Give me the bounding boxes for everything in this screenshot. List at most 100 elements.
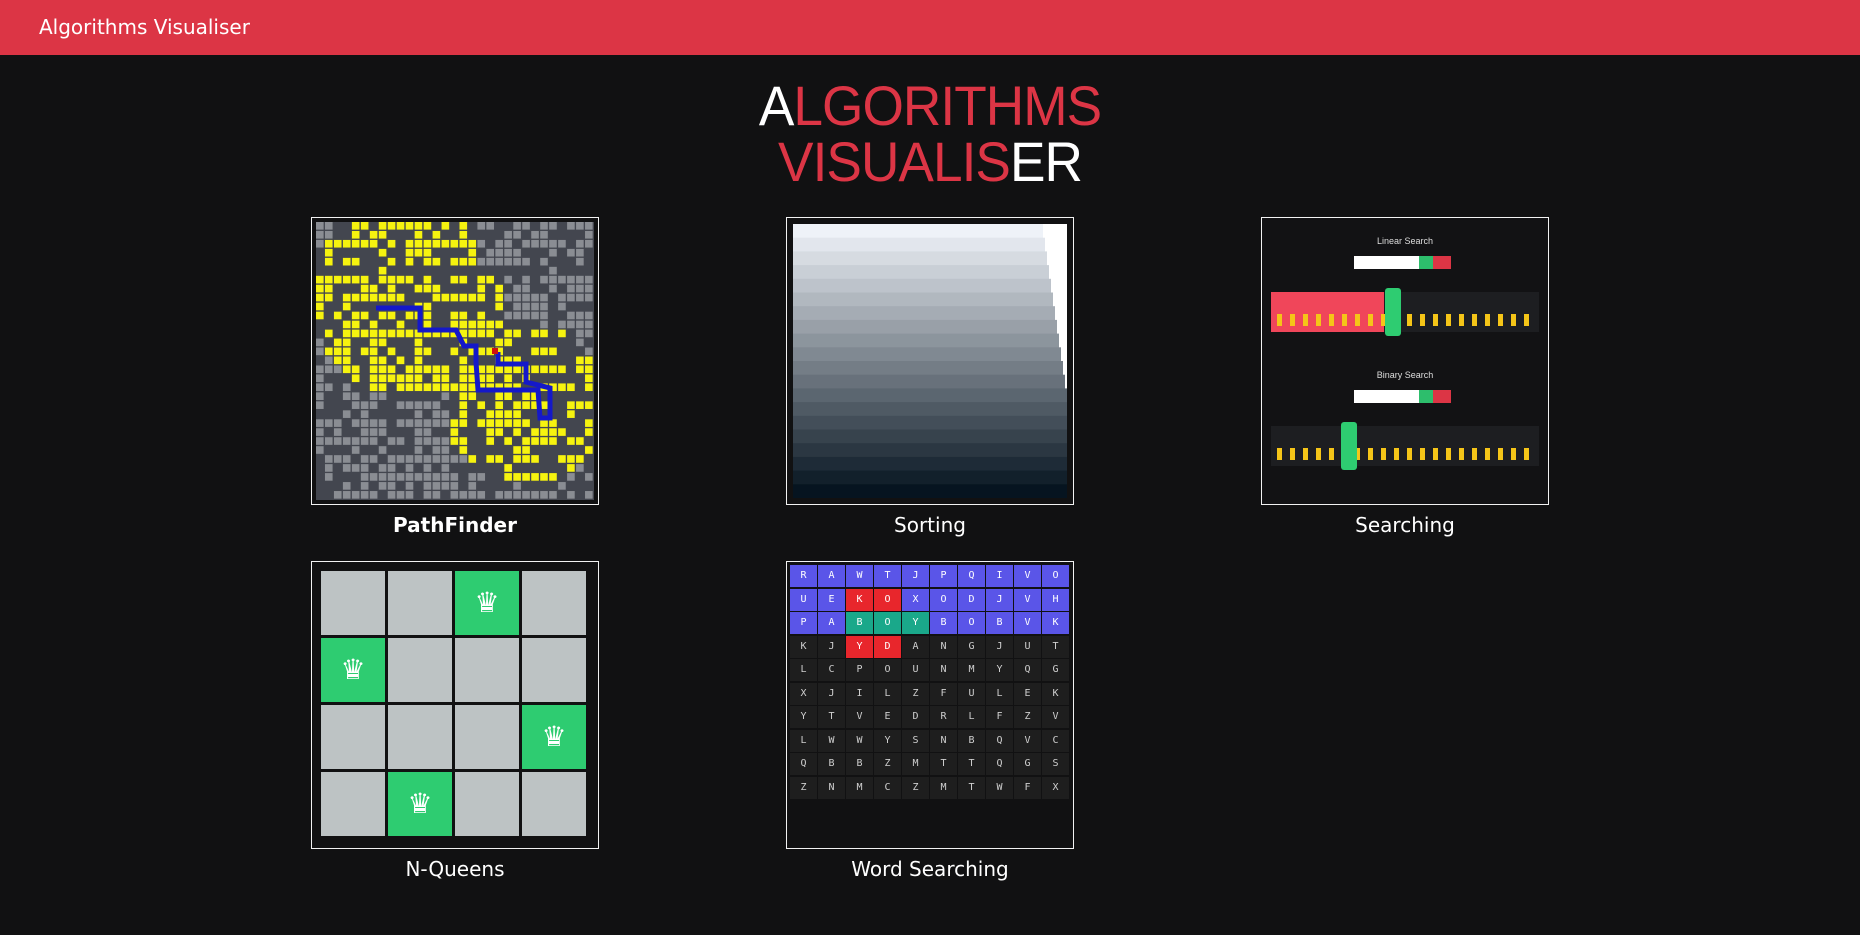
wordsearch-cell: B: [818, 753, 845, 775]
wordsearch-cell: G: [1042, 659, 1069, 681]
wordsearch-cell: M: [930, 776, 957, 799]
title-line-2: VISUALISER: [47, 134, 1814, 190]
wordsearch-cell: I: [986, 565, 1013, 587]
queen-square: ♛: [321, 638, 385, 702]
linear-search-reset-preview: [1433, 256, 1451, 269]
wordsearch-cell: B: [846, 612, 873, 634]
wordsearch-cell: O: [1042, 565, 1069, 587]
title-line-2-red-part: VISUALIS: [778, 130, 1011, 193]
wordsearch-cell: Q: [958, 565, 985, 587]
wordsearch-cell: F: [986, 706, 1013, 728]
card-label-word-searching[interactable]: Word Searching: [786, 857, 1074, 881]
wordsearch-cell: M: [846, 776, 873, 799]
navbar: Algorithms Visualiser: [0, 0, 1860, 55]
sorting-preview-image: [793, 224, 1067, 498]
wordsearch-cell: N: [930, 729, 957, 752]
wordsearch-cell: Q: [1014, 659, 1041, 681]
card-searching[interactable]: Linear Search Binary Search: [1261, 217, 1549, 505]
wordsearch-cell: V: [1014, 588, 1041, 611]
wordsearch-cell: Y: [902, 612, 929, 634]
wordsearch-cell: A: [818, 612, 845, 634]
title-line-1: ALGORITHMS: [47, 78, 1814, 134]
wordsearch-cell: T: [958, 776, 985, 799]
wordsearch-cell: P: [930, 565, 957, 587]
wordsearch-cell: Z: [790, 776, 817, 799]
wordsearch-cell: W: [846, 729, 873, 752]
wordsearch-cell: I: [846, 682, 873, 705]
wordsearch-cell: J: [986, 588, 1013, 611]
wordsearch-cell: Q: [986, 753, 1013, 775]
wordsearch-cell: D: [874, 635, 901, 658]
wordsearch-cell: F: [930, 682, 957, 705]
wordsearch-cell: G: [1014, 753, 1041, 775]
searching-preview-image: Linear Search Binary Search: [1262, 218, 1548, 504]
linear-search-array-preview: [1271, 288, 1539, 336]
wordsearch-cell: U: [1014, 635, 1041, 658]
wordsearch-cell: G: [958, 635, 985, 658]
queen-square: ♛: [388, 772, 452, 836]
wordsearch-cell: X: [1042, 776, 1069, 799]
wordsearch-cell: J: [986, 635, 1013, 658]
card-nqueens[interactable]: ♛ ♛ ♛ ♛: [311, 561, 599, 849]
card-label-pathfinder[interactable]: PathFinder: [311, 513, 599, 537]
wordsearch-cell: X: [902, 588, 929, 611]
wordsearch-cell: O: [958, 612, 985, 634]
wordsearch-cell: E: [874, 706, 901, 728]
wordsearch-cell: Z: [1014, 706, 1041, 728]
board-square: [321, 571, 385, 635]
binary-search-reset-preview: [1433, 390, 1451, 403]
wordsearch-cell: R: [930, 706, 957, 728]
card-label-sorting[interactable]: Sorting: [786, 513, 1074, 537]
wordsearch-cell: W: [986, 776, 1013, 799]
wordsearch-cell: R: [790, 565, 817, 587]
wordsearch-cell: J: [818, 682, 845, 705]
wordsearch-cell: C: [874, 776, 901, 799]
card-word-searching[interactable]: RAWTJPQIVOUEKOXODJVHPABOYBOBVKKJYDANGJUT…: [786, 561, 1074, 849]
board-square: [321, 772, 385, 836]
wordsearch-cell: O: [930, 588, 957, 611]
card-label-nqueens[interactable]: N-Queens: [311, 857, 599, 881]
board-square: [522, 571, 586, 635]
wordsearch-cell: T: [874, 565, 901, 587]
wordsearch-cell: M: [958, 659, 985, 681]
wordsearch-cell: E: [818, 588, 845, 611]
board-square: [522, 772, 586, 836]
wordsearch-cell: T: [958, 753, 985, 775]
board-square: [388, 571, 452, 635]
wordsearch-cell: N: [818, 776, 845, 799]
binary-search-go-preview: [1419, 390, 1433, 403]
card-pathfinder[interactable]: [311, 217, 599, 505]
board-square: [455, 638, 519, 702]
wordsearch-cell: C: [818, 659, 845, 681]
board-square: [321, 705, 385, 769]
wordsearch-cell: O: [874, 659, 901, 681]
wordsearch-cell: J: [818, 635, 845, 658]
wordsearch-cell: E: [1014, 682, 1041, 705]
wordsearch-cell: S: [1042, 753, 1069, 775]
queen-square: ♛: [522, 705, 586, 769]
wordsearch-cell: P: [846, 659, 873, 681]
wordsearch-cell: K: [790, 635, 817, 658]
wordsearch-cell: Z: [902, 682, 929, 705]
queen-square: ♛: [455, 571, 519, 635]
card-label-searching[interactable]: Searching: [1261, 513, 1549, 537]
navbar-brand-link[interactable]: Algorithms Visualiser: [39, 15, 250, 39]
wordsearch-cell: X: [790, 682, 817, 705]
wordsearch-cell: B: [846, 753, 873, 775]
wordsearch-cell: V: [1014, 565, 1041, 587]
linear-search-go-preview: [1419, 256, 1433, 269]
wordsearch-cell: L: [986, 682, 1013, 705]
card-sorting[interactable]: [786, 217, 1074, 505]
wordsearch-cell: F: [1014, 776, 1041, 799]
wordsearch-cell: D: [958, 588, 985, 611]
title-line-1-first-letter: A: [758, 74, 795, 137]
title-line-1-rest: LGORITHMS: [793, 74, 1102, 137]
binary-search-input-preview: [1354, 390, 1419, 403]
wordsearch-cell: L: [874, 682, 901, 705]
wordsearch-cell: U: [958, 682, 985, 705]
wordsearch-cell: L: [958, 706, 985, 728]
wordsearch-cell: A: [902, 635, 929, 658]
wordsearch-cell: Q: [790, 753, 817, 775]
wordsearch-cell: O: [874, 588, 901, 611]
wordsearch-cell: K: [1042, 612, 1069, 634]
